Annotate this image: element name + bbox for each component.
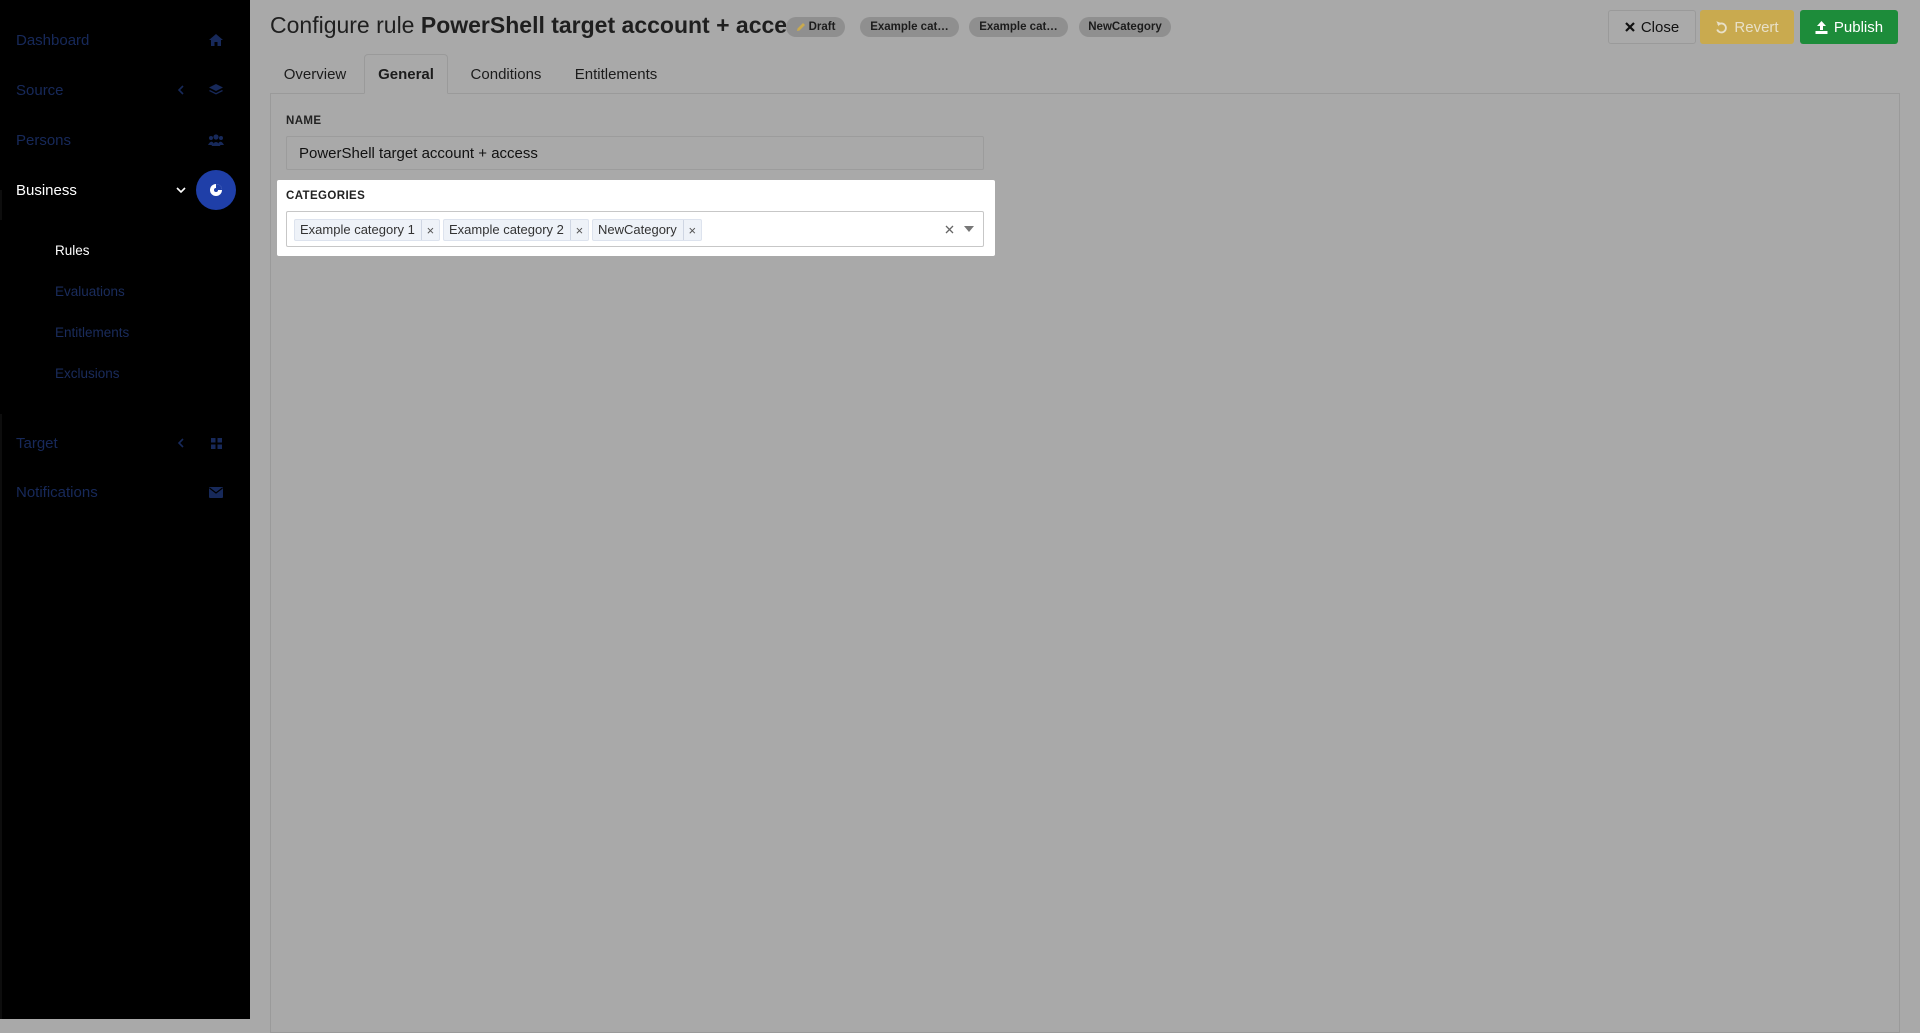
tab-entitlements[interactable]: Entitlements: [560, 54, 672, 94]
upload-icon: [1815, 20, 1828, 34]
sidebar-item-label: Business: [16, 181, 77, 199]
sidebar: Dashboard Source Persons Business Rules …: [0, 0, 250, 1019]
page-title-prefix: Configure rule: [270, 12, 415, 38]
category-badge: Example cat…: [969, 17, 1068, 37]
sidebar-subitem-evaluations[interactable]: Evaluations: [55, 284, 125, 299]
chip-remove-icon[interactable]: ×: [571, 223, 588, 238]
status-badge-label: Draft: [808, 21, 836, 33]
sidebar-item-label: Target: [16, 434, 58, 452]
chevron-left-icon: [174, 436, 188, 450]
revert-button[interactable]: Revert: [1700, 10, 1794, 44]
category-chip-label: Example category 2: [444, 220, 571, 240]
tab-overview[interactable]: Overview: [270, 54, 360, 94]
sidebar-item-label: Notifications: [16, 483, 98, 501]
sidebar-item-target[interactable]: Target: [0, 419, 250, 467]
category-chip: Example category 1 ×: [294, 219, 440, 241]
name-input[interactable]: [286, 136, 984, 170]
sidebar-item-label: Dashboard: [16, 31, 90, 49]
business-icon: [196, 170, 236, 210]
chip-remove-icon[interactable]: ×: [684, 223, 701, 238]
categories-multiselect[interactable]: Example category 1 × Example category 2 …: [286, 211, 984, 247]
sidebar-divider: [0, 190, 2, 220]
sidebar-item-persons[interactable]: Persons: [0, 116, 250, 164]
layers-icon: [200, 74, 232, 106]
chip-remove-icon[interactable]: ×: [422, 223, 439, 238]
category-chip: NewCategory ×: [592, 219, 702, 241]
publish-button[interactable]: Publish: [1800, 10, 1898, 44]
publish-button-label: Publish: [1833, 18, 1884, 36]
chevron-left-icon: [174, 83, 188, 97]
category-chip: Example category 2 ×: [443, 219, 589, 241]
sidebar-item-notifications[interactable]: Notifications: [0, 468, 250, 516]
sidebar-item-dashboard[interactable]: Dashboard: [0, 16, 250, 64]
category-chip-label: NewCategory: [593, 220, 684, 240]
sidebar-subitem-exclusions[interactable]: Exclusions: [55, 366, 120, 381]
sidebar-item-source[interactable]: Source: [0, 66, 250, 114]
category-chip-label: Example category 1: [295, 220, 422, 240]
category-badge: NewCategory: [1079, 17, 1171, 37]
categories-label: CATEGORIES: [286, 190, 366, 202]
grid-icon: [200, 427, 232, 459]
home-icon: [200, 24, 232, 56]
envelope-icon: [200, 476, 232, 508]
name-label: NAME: [286, 115, 322, 127]
tab-conditions[interactable]: Conditions: [456, 54, 556, 94]
close-icon: [1625, 22, 1635, 32]
tab-general[interactable]: General: [364, 54, 448, 94]
close-button-label: Close: [1640, 18, 1680, 36]
chevron-down-icon: [174, 183, 188, 197]
page-title: Configure rule PowerShell target account…: [270, 12, 813, 39]
sidebar-subitem-rules[interactable]: Rules: [55, 243, 90, 258]
revert-button-label: Revert: [1734, 18, 1779, 36]
rule-name-title: PowerShell target account + access: [420, 12, 813, 38]
sidebar-item-business[interactable]: Business: [0, 166, 250, 214]
status-badge: Draft: [786, 17, 845, 37]
category-badge: Example cat…: [860, 17, 959, 37]
undo-icon: [1716, 20, 1728, 33]
close-button[interactable]: Close: [1608, 10, 1696, 44]
chevron-down-icon[interactable]: [961, 221, 977, 237]
sidebar-subitem-entitlements[interactable]: Entitlements: [55, 325, 129, 340]
sidebar-item-label: Persons: [16, 131, 72, 149]
sidebar-item-label: Source: [16, 81, 64, 99]
users-icon: [200, 124, 232, 156]
pencil-icon: [796, 23, 805, 31]
clear-all-icon[interactable]: [941, 221, 957, 237]
